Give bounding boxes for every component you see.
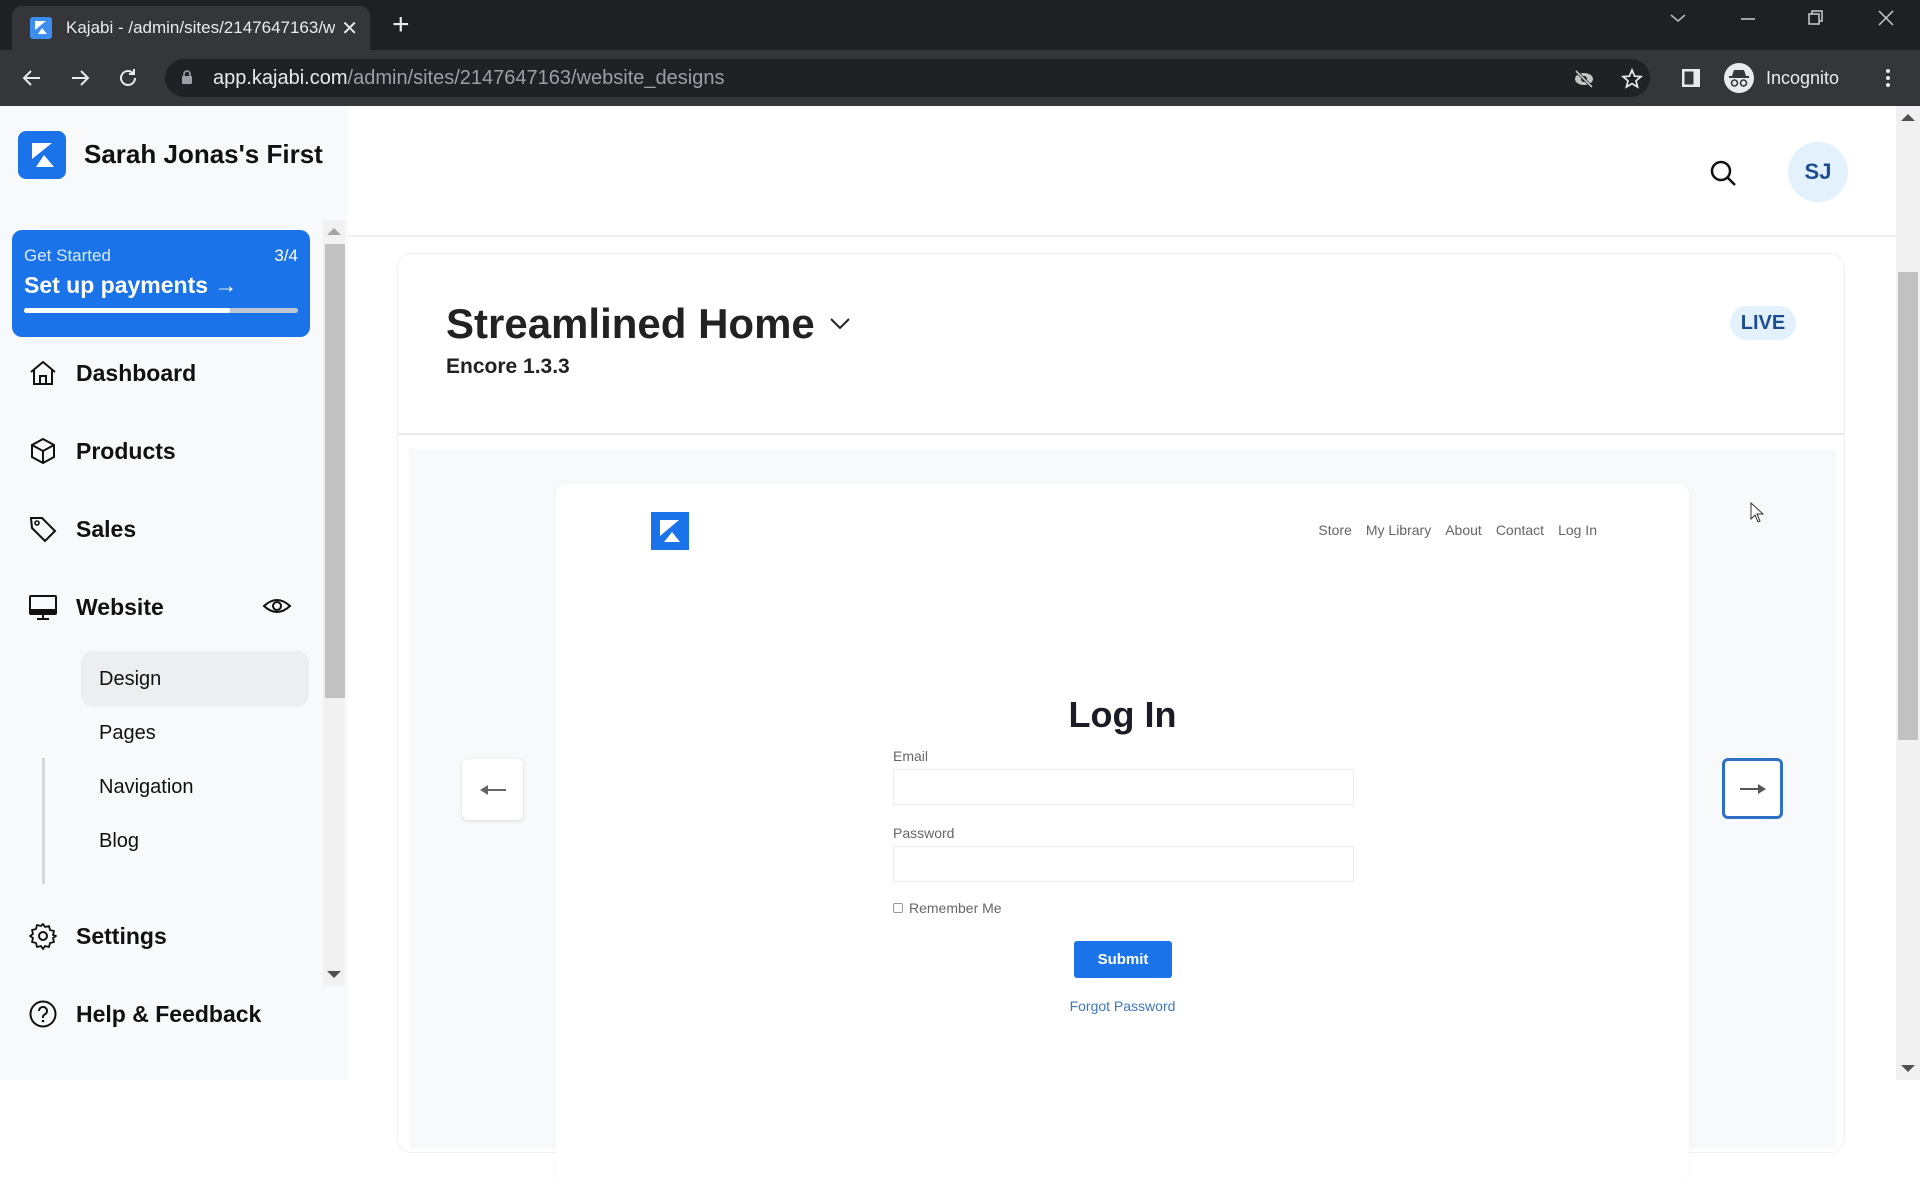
sidebar-nav: Dashboard Products Sales Website Design … bbox=[0, 106, 320, 884]
tab-search-icon[interactable] bbox=[1668, 8, 1688, 33]
back-icon[interactable] bbox=[16, 62, 48, 94]
sidepanel-icon[interactable] bbox=[1680, 67, 1702, 89]
checkbox-icon[interactable] bbox=[893, 903, 903, 913]
password-field[interactable] bbox=[893, 846, 1354, 882]
lock-icon bbox=[182, 70, 192, 84]
restore-icon[interactable] bbox=[1806, 8, 1826, 33]
tag-icon bbox=[29, 517, 57, 543]
incognito-label: Incognito bbox=[1766, 67, 1840, 88]
arrow-right-icon bbox=[1739, 783, 1766, 794]
scroll-down-icon[interactable] bbox=[1901, 1065, 1915, 1072]
password-label: Password bbox=[893, 825, 955, 841]
reload-icon[interactable] bbox=[112, 62, 144, 94]
minimize-icon[interactable] bbox=[1738, 8, 1758, 33]
sidebar: Sarah Jonas's First Get Started 3/4 Set … bbox=[0, 106, 348, 1080]
eye-icon[interactable] bbox=[262, 591, 292, 621]
new-tab-button[interactable]: + bbox=[392, 10, 410, 40]
preview-logo bbox=[651, 512, 689, 550]
sub-nav-line bbox=[42, 758, 45, 884]
monitor-icon bbox=[29, 595, 57, 620]
page-scroll-thumb[interactable] bbox=[1898, 272, 1918, 740]
sidebar-scroll-thumb[interactable] bbox=[325, 244, 345, 698]
preview-nav-store[interactable]: Store bbox=[1318, 522, 1351, 538]
arrow-left-icon bbox=[479, 784, 506, 795]
chevron-down-icon[interactable] bbox=[826, 310, 854, 338]
preview-nav: Store My Library About Contact Log In bbox=[1318, 522, 1597, 538]
browser-toolbar: app.kajabi.com/admin/sites/2147647163/we… bbox=[0, 50, 1920, 106]
preview-nav-log-in[interactable]: Log In bbox=[1558, 522, 1597, 538]
preview-nav-my-library[interactable]: My Library bbox=[1366, 522, 1431, 538]
mouse-cursor-icon bbox=[1750, 502, 1765, 523]
sidebar-subitem-design[interactable]: Design bbox=[81, 651, 309, 707]
address-bar[interactable]: app.kajabi.com/admin/sites/2147647163/we… bbox=[165, 59, 1650, 97]
url-text: app.kajabi.com/admin/sites/2147647163/we… bbox=[213, 67, 725, 89]
tab-title: Kajabi - /admin/sites/2147647163/website… bbox=[66, 18, 336, 37]
theme-card: Streamlined Home Encore 1.3.3 LIVE Store… bbox=[397, 253, 1845, 1184]
preview-nav-about[interactable]: About bbox=[1445, 522, 1482, 538]
remember-me-label: Remember Me bbox=[909, 900, 1002, 916]
sidebar-item-dashboard[interactable]: Dashboard bbox=[28, 351, 308, 395]
scroll-up-icon[interactable] bbox=[327, 228, 341, 235]
sidebar-scrollbar[interactable] bbox=[323, 220, 345, 986]
sidebar-subitem-navigation[interactable]: Navigation bbox=[81, 759, 309, 815]
email-field[interactable] bbox=[893, 769, 1354, 805]
sidebar-subitem-blog[interactable]: Blog bbox=[81, 813, 309, 869]
home-icon bbox=[30, 360, 56, 385]
incognito-icon bbox=[1724, 63, 1754, 93]
incognito-profile-button[interactable]: Incognito bbox=[1718, 59, 1858, 97]
card-divider bbox=[398, 433, 1844, 435]
scroll-up-icon[interactable] bbox=[1901, 114, 1915, 121]
help-icon bbox=[29, 1000, 57, 1028]
sidebar-item-products[interactable]: Products bbox=[28, 429, 308, 473]
close-tab-icon[interactable]: ✕ bbox=[341, 16, 358, 41]
box-icon bbox=[31, 437, 55, 465]
preview-login-title: Log In bbox=[1068, 694, 1177, 735]
star-icon[interactable] bbox=[1621, 68, 1643, 90]
page-scrollbar[interactable] bbox=[1896, 106, 1920, 1080]
sidebar-subitem-pages[interactable]: Pages bbox=[81, 705, 309, 761]
remember-me-checkbox[interactable]: Remember Me bbox=[893, 900, 1002, 916]
preview-frame[interactable]: Store My Library About Contact Log In Lo… bbox=[556, 484, 1689, 1184]
gear-icon bbox=[29, 923, 57, 950]
previous-theme-button[interactable] bbox=[462, 759, 523, 820]
preview-nav-contact[interactable]: Contact bbox=[1496, 522, 1544, 538]
browser-tab[interactable]: Kajabi - /admin/sites/2147647163/website… bbox=[12, 6, 370, 50]
next-theme-button[interactable] bbox=[1722, 758, 1783, 819]
sidebar-item-settings[interactable]: Settings bbox=[28, 914, 308, 958]
forward-icon[interactable] bbox=[64, 62, 96, 94]
browser-tab-bar: Kajabi - /admin/sites/2147647163/website… bbox=[0, 0, 1920, 50]
theme-version: Encore 1.3.3 bbox=[446, 355, 570, 378]
search-icon[interactable] bbox=[1708, 158, 1738, 188]
submit-button[interactable]: Submit bbox=[1074, 941, 1172, 978]
kajabi-favicon bbox=[30, 17, 52, 39]
scroll-down-icon[interactable] bbox=[327, 971, 341, 978]
theme-title: Streamlined Home bbox=[446, 300, 815, 347]
sidebar-item-help-feedback[interactable]: Help & Feedback bbox=[28, 992, 308, 1036]
kebab-menu-icon[interactable] bbox=[1876, 66, 1900, 90]
sidebar-item-sales[interactable]: Sales bbox=[28, 507, 308, 551]
close-window-icon[interactable] bbox=[1876, 8, 1896, 33]
top-header: SJ bbox=[348, 106, 1896, 237]
theme-preview-area: Store My Library About Contact Log In Lo… bbox=[409, 449, 1836, 1184]
status-badge: LIVE bbox=[1730, 306, 1796, 340]
forgot-password-link[interactable]: Forgot Password bbox=[556, 998, 1689, 1014]
user-avatar[interactable]: SJ bbox=[1788, 142, 1848, 202]
email-label: Email bbox=[893, 748, 929, 764]
eye-off-icon[interactable] bbox=[1573, 68, 1595, 90]
